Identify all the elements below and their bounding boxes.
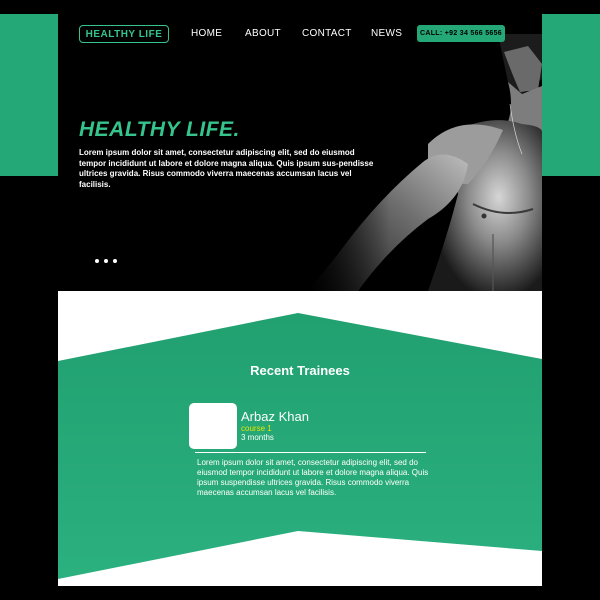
call-button[interactable]: CALL: +92 34 566 5656 [417,25,505,42]
nav-link-news[interactable]: NEWS [371,28,402,39]
hero-text: Lorem ipsum dolor sit amet, consectetur … [79,148,374,189]
carousel-dot[interactable] [104,259,108,263]
nav-link-home[interactable]: HOME [191,28,222,39]
carousel-dots [95,259,117,263]
trainee-name: Arbaz Khan [241,409,309,424]
trainee-description: Lorem ipsum dolor sit amet, consectetur … [197,458,429,497]
nav-link-about[interactable]: ABOUT [245,28,281,39]
divider [195,452,426,453]
trainee-course: course 1 [241,424,272,433]
trainee-avatar [189,403,237,449]
navbar: HEALTHY LIFE HOME ABOUT CONTACT NEWS CAL… [58,14,542,54]
hero-section: HEALTHY LIFE HOME ABOUT CONTACT NEWS CAL… [58,14,542,291]
recent-trainees-section: Recent Trainees Arbaz Khan course 1 3 mo… [58,291,542,586]
hero-title: HEALTHY LIFE. [79,118,240,141]
trainee-duration: 3 months [241,433,274,442]
logo[interactable]: HEALTHY LIFE [79,25,169,43]
carousel-dot[interactable] [95,259,99,263]
landing-page: HEALTHY LIFE HOME ABOUT CONTACT NEWS CAL… [58,14,542,586]
nav-link-contact[interactable]: CONTACT [302,28,352,39]
carousel-dot[interactable] [113,259,117,263]
green-chevron-background [58,313,542,579]
section-title: Recent Trainees [250,363,350,378]
